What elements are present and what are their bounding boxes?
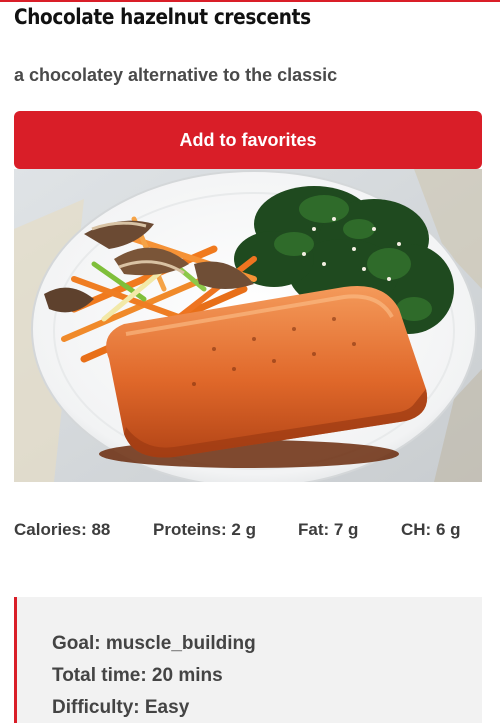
recipe-title: Chocolate hazelnut crescents: [14, 5, 311, 29]
recipe-details-panel: Goal: muscle_building Total time: 20 min…: [14, 597, 482, 723]
total-time-text: Total time: 20 mins: [52, 665, 223, 686]
add-to-favorites-button[interactable]: Add to favorites: [14, 111, 482, 169]
difficulty-text: Difficulty: Easy: [52, 697, 190, 718]
recipe-photo: [14, 169, 482, 482]
goal-text: Goal: muscle_building: [52, 633, 256, 654]
carbohydrates-value: CH: 6 g: [401, 520, 461, 539]
calories-value: Calories: 88: [14, 520, 111, 539]
recipe-subtitle: a chocolatey alternative to the classic: [14, 65, 338, 85]
fat-value: Fat: 7 g: [298, 520, 359, 539]
nutrition-facts: Calories: 88 Proteins: 2 g Fat: 7 g CH: …: [14, 517, 482, 545]
proteins-value: Proteins: 2 g: [153, 520, 256, 539]
